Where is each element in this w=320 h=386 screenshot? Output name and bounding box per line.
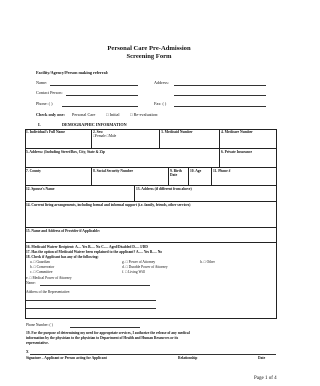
- section-title: DEMOGRAPHIC INFORMATION: [62, 122, 127, 127]
- fax-label: Fax: ( ): [154, 101, 167, 106]
- cell-provider[interactable]: 15. Name and Address of Provider if Appl…: [25, 228, 277, 243]
- waiver-line-17: 17. Has the option of Medicaid Waiver be…: [26, 250, 163, 254]
- spouse-name-label: 12. Spouse's Name: [26, 186, 55, 191]
- representative-address-field-1[interactable]: [26, 300, 156, 301]
- option-committee[interactable]: c. □ Committee: [30, 270, 52, 274]
- cell-ssn[interactable]: 8. Social Security Number: [92, 168, 169, 186]
- phone-label: Phone: ( ): [36, 101, 53, 106]
- option-durable-poa[interactable]: d. □ Durable Power of Attorney: [122, 265, 168, 269]
- option-guardian[interactable]: a. □ Guardian: [30, 260, 50, 264]
- authorization-line-1: 19. For the purpose of determining my ne…: [26, 331, 190, 335]
- waiver-line-18: 18. Check if Applicant has any of the fo…: [26, 255, 99, 259]
- cell-phone[interactable]: 11. Phone #: [212, 168, 277, 186]
- phone-field[interactable]: [62, 106, 138, 107]
- authorization-line-3: representative.: [26, 341, 49, 345]
- medical-poa-option[interactable]: e. □ Medical Power of Attorney: [26, 276, 72, 280]
- option-other[interactable]: h. □ Other: [200, 260, 215, 264]
- alt-address-label: 13. Address (if different from above): [136, 186, 192, 191]
- address-cell-label: 5. Address: (Including Street/Box, City,…: [26, 149, 105, 154]
- representative-address-label: Address of the Representative:: [26, 290, 71, 294]
- address-field-2[interactable]: [174, 95, 266, 96]
- form-title: Personal Care Pre-Admission: [107, 45, 191, 52]
- ssn-label: 8. Social Security Number: [93, 168, 134, 173]
- cell-alt-address[interactable]: 13. Address (if different from above): [135, 186, 277, 202]
- medicaid-number-label: 3. Medicaid Number: [161, 129, 193, 134]
- county-label: 7. County: [26, 168, 41, 173]
- cell-spouse-name[interactable]: 12. Spouse's Name: [25, 186, 135, 202]
- form-subtitle: Screening Form: [126, 53, 172, 60]
- cell-sex[interactable]: 2. Sex: □Female □Male: [92, 129, 160, 149]
- option-living-will[interactable]: f. □ Living Will: [122, 270, 145, 274]
- footer-phone-label: Phone Number: ( ): [26, 323, 53, 327]
- contact-label: Contact Person:: [36, 90, 63, 95]
- representative-address-field-2[interactable]: [26, 308, 156, 309]
- contact-field[interactable]: [66, 95, 138, 96]
- sex-options[interactable]: □Female □Male: [93, 134, 158, 138]
- check-option-reevaluation[interactable]: □ Re-evaluation:: [130, 112, 158, 117]
- cell-address[interactable]: 5. Address: (Including Street/Box, City,…: [25, 149, 220, 168]
- name-label: Name:: [36, 80, 48, 85]
- check-option-personal-care[interactable]: Personal Care: [72, 112, 95, 117]
- address-label: Address:: [154, 80, 169, 85]
- relationship-label: Relationship: [178, 356, 198, 360]
- name-field[interactable]: [50, 85, 138, 86]
- date-label: Date: [258, 356, 266, 360]
- medicare-number-label: 4. Medicare Number: [221, 129, 253, 134]
- facility-label: Facility/Agency/Person making referral:: [36, 70, 109, 75]
- signature-label: Signature – Applicant or Person acting f…: [26, 356, 107, 360]
- cell-county[interactable]: 7. County: [25, 168, 92, 186]
- birth-date-label: Date: [170, 172, 178, 177]
- waiver-line-16: 16. Medicaid Waiver Recipient: A— Yes B.…: [26, 245, 148, 249]
- check-only-label: Check only one:: [36, 112, 65, 117]
- phone-number-label: 11. Phone #: [213, 168, 231, 173]
- cell-private-insurance[interactable]: 6. Private Insurance: [220, 149, 277, 168]
- page-number: Page 1 of 4: [254, 376, 277, 381]
- cell-medicare-number[interactable]: 4. Medicare Number: [220, 129, 277, 149]
- private-insurance-label: 6. Private Insurance: [221, 149, 253, 154]
- section-number: I.: [38, 122, 41, 127]
- cell-medicaid-number[interactable]: 3. Medicaid Number: [160, 129, 220, 149]
- age-label: 10. Age: [190, 168, 202, 173]
- check-option-initial[interactable]: □ Initial: [106, 112, 120, 117]
- provider-label: 15. Name and Address of Provider if Appl…: [26, 228, 101, 233]
- fax-field[interactable]: [174, 106, 266, 107]
- option-conservator[interactable]: b. □ Conservator: [30, 265, 54, 269]
- cell-age[interactable]: 10. Age: [189, 168, 212, 186]
- full-name-label: 1. Individual's Full Name: [26, 129, 65, 134]
- cell-birth-date[interactable]: 9. Birth Date: [169, 168, 189, 186]
- authorization-line-2: information by the physician to the phys…: [26, 336, 179, 340]
- representative-name-label: Name:: [26, 281, 36, 285]
- footer-phone-field[interactable]: [70, 327, 140, 328]
- living-arrangements-label: 14. Current living arrangements, includi…: [26, 202, 191, 207]
- representative-name-field[interactable]: [40, 285, 150, 286]
- cell-full-name[interactable]: 1. Individual's Full Name: [25, 129, 92, 149]
- signature-x-mark: X: [26, 350, 29, 354]
- option-power-of-attorney[interactable]: g. □ Power of Attorney: [122, 260, 155, 264]
- address-field[interactable]: [174, 85, 266, 86]
- signature-line[interactable]: [30, 354, 276, 355]
- cell-living-arrangements[interactable]: 14. Current living arrangements, includi…: [25, 202, 277, 228]
